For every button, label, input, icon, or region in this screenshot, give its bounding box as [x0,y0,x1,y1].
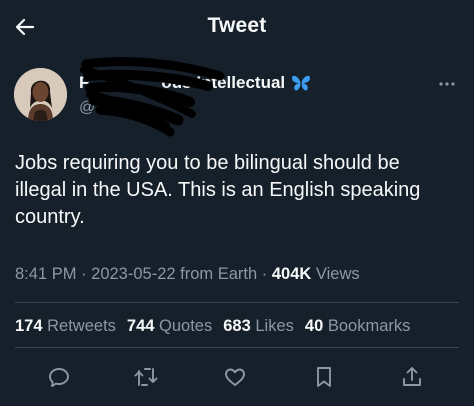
likes-label: Likes [255,317,294,335]
quotes-label: Quotes [159,317,213,335]
action-bar [0,358,474,398]
retweets-count: 174 [15,317,43,335]
views-count: 404K [271,265,312,283]
redaction-scribble [80,57,225,137]
bookmarks-stat[interactable]: 40 Bookmarks [305,317,410,336]
retweet-icon [134,368,158,386]
bookmarks-count: 40 [304,317,324,335]
tweet-source: from Earth [180,265,258,283]
tweet-meta: 8:41 PM · 2023-05-22 from Earth · 404K V… [15,265,360,284]
avatar[interactable] [14,68,67,121]
tweet-date[interactable]: 2023-05-22 [91,265,175,283]
tweet-stats: 174 Retweets 744 Quotes 683 Likes 40 Boo… [15,317,410,336]
reply-icon [49,368,69,387]
likes-count: 683 [223,317,251,335]
bookmarks-label: Bookmarks [327,317,411,335]
author-name-start: F [79,73,90,92]
meta-separator: · [81,265,87,283]
heart-icon [225,368,245,386]
views-label: Views [315,265,360,283]
avatar-photo [14,68,67,121]
butterfly-emoji-icon [292,75,311,91]
retweets-label: Retweets [47,317,116,335]
divider [15,347,459,348]
retweets-stat[interactable]: 174 Retweets [15,317,116,336]
quotes-stat[interactable]: 744 Quotes [127,317,212,336]
share-button[interactable] [397,362,427,392]
retweet-button[interactable] [131,362,161,392]
author-display-name[interactable]: F ous Intellectual [79,73,311,93]
author-handle[interactable]: @ x [79,99,108,117]
bookmark-icon [317,367,331,387]
more-horizontal-icon [439,82,455,86]
quotes-count: 744 [126,317,155,335]
meta-separator: · [261,265,268,283]
author-name-end: ous Intellectual [161,73,286,92]
tweet-text: Jobs requiring you to be bilingual shoul… [15,152,421,228]
likes-stat[interactable]: 683 Likes [223,317,294,336]
share-icon [403,367,421,386]
divider [15,302,459,303]
bookmark-button[interactable] [309,362,339,392]
reply-button[interactable] [44,362,74,392]
page-title: Tweet [207,14,267,37]
like-button[interactable] [220,362,250,392]
more-button[interactable] [434,74,460,94]
tweet-time[interactable]: 8:41 PM [15,265,76,283]
top-bar: Tweet [0,0,474,54]
